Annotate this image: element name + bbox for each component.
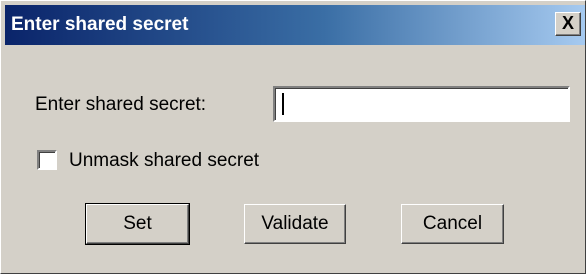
cancel-button[interactable]: Cancel bbox=[401, 204, 504, 244]
text-caret bbox=[282, 93, 284, 115]
close-button[interactable]: X bbox=[555, 12, 581, 36]
set-button[interactable]: Set bbox=[85, 203, 190, 245]
close-icon: X bbox=[561, 13, 574, 33]
unmask-checkbox[interactable] bbox=[37, 150, 57, 170]
unmask-label[interactable]: Unmask shared secret bbox=[69, 150, 259, 172]
secret-input[interactable] bbox=[273, 86, 570, 122]
window-title: Enter shared secret bbox=[11, 14, 189, 35]
dialog-window: Enter shared secret X Enter shared secre… bbox=[0, 0, 586, 274]
secret-label: Enter shared secret: bbox=[35, 94, 207, 115]
title-bar[interactable]: Enter shared secret X bbox=[5, 5, 585, 45]
validate-button[interactable]: Validate bbox=[244, 204, 346, 244]
